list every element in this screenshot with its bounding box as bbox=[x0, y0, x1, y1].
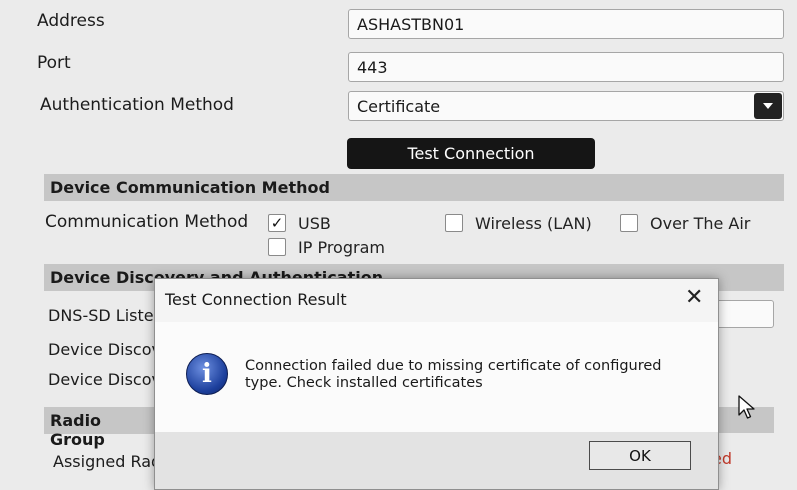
dropdown-arrow-button[interactable] bbox=[754, 93, 782, 119]
over-the-air-checkbox[interactable] bbox=[620, 214, 638, 232]
over-the-air-label: Over The Air bbox=[650, 214, 751, 233]
assigned-radio-label: Assigned Rad bbox=[53, 452, 162, 471]
port-label: Port bbox=[37, 53, 71, 73]
ok-button[interactable]: OK bbox=[589, 441, 691, 470]
dialog-footer: OK bbox=[155, 432, 718, 489]
test-connection-button[interactable]: Test Connection bbox=[347, 138, 595, 169]
checkmark-icon: ✓ bbox=[270, 214, 284, 232]
address-input[interactable]: ASHASTBN01 bbox=[348, 9, 784, 39]
mouse-pointer-icon bbox=[738, 395, 755, 419]
communication-method-label: Communication Method bbox=[45, 212, 249, 232]
dialog-message: Connection failed due to missing certifi… bbox=[245, 358, 662, 391]
auth-method-select[interactable]: Certificate bbox=[348, 91, 784, 121]
auth-method-value: Certificate bbox=[357, 97, 441, 116]
close-icon[interactable]: ✕ bbox=[685, 285, 703, 310]
section-radio-group: Radio Group bbox=[44, 407, 154, 449]
usb-checkbox[interactable]: ✓ bbox=[268, 214, 286, 232]
auth-method-label: Authentication Method bbox=[40, 95, 234, 115]
device-discovery-label-1: Device Discov bbox=[48, 340, 161, 359]
dns-sd-listener-label: DNS-SD Liste bbox=[48, 306, 154, 325]
dns-sd-input[interactable] bbox=[712, 300, 774, 328]
dialog-body: i Connection failed due to missing certi… bbox=[155, 322, 718, 432]
usb-label: USB bbox=[298, 214, 331, 233]
test-connection-result-dialog: Test Connection Result ✕ i Connection fa… bbox=[154, 278, 719, 490]
wireless-lan-checkbox[interactable] bbox=[445, 214, 463, 232]
device-discovery-label-2: Device Discov bbox=[48, 370, 161, 389]
port-input[interactable]: 443 bbox=[348, 52, 784, 82]
address-label: Address bbox=[37, 11, 105, 31]
wireless-lan-label: Wireless (LAN) bbox=[475, 214, 592, 233]
info-icon: i bbox=[186, 353, 228, 395]
ip-program-label: IP Program bbox=[298, 238, 385, 257]
section-device-communication: Device Communication Method bbox=[44, 174, 784, 201]
ip-program-checkbox[interactable] bbox=[268, 238, 286, 256]
dialog-title: Test Connection Result bbox=[165, 290, 347, 309]
chevron-down-icon bbox=[763, 103, 773, 109]
